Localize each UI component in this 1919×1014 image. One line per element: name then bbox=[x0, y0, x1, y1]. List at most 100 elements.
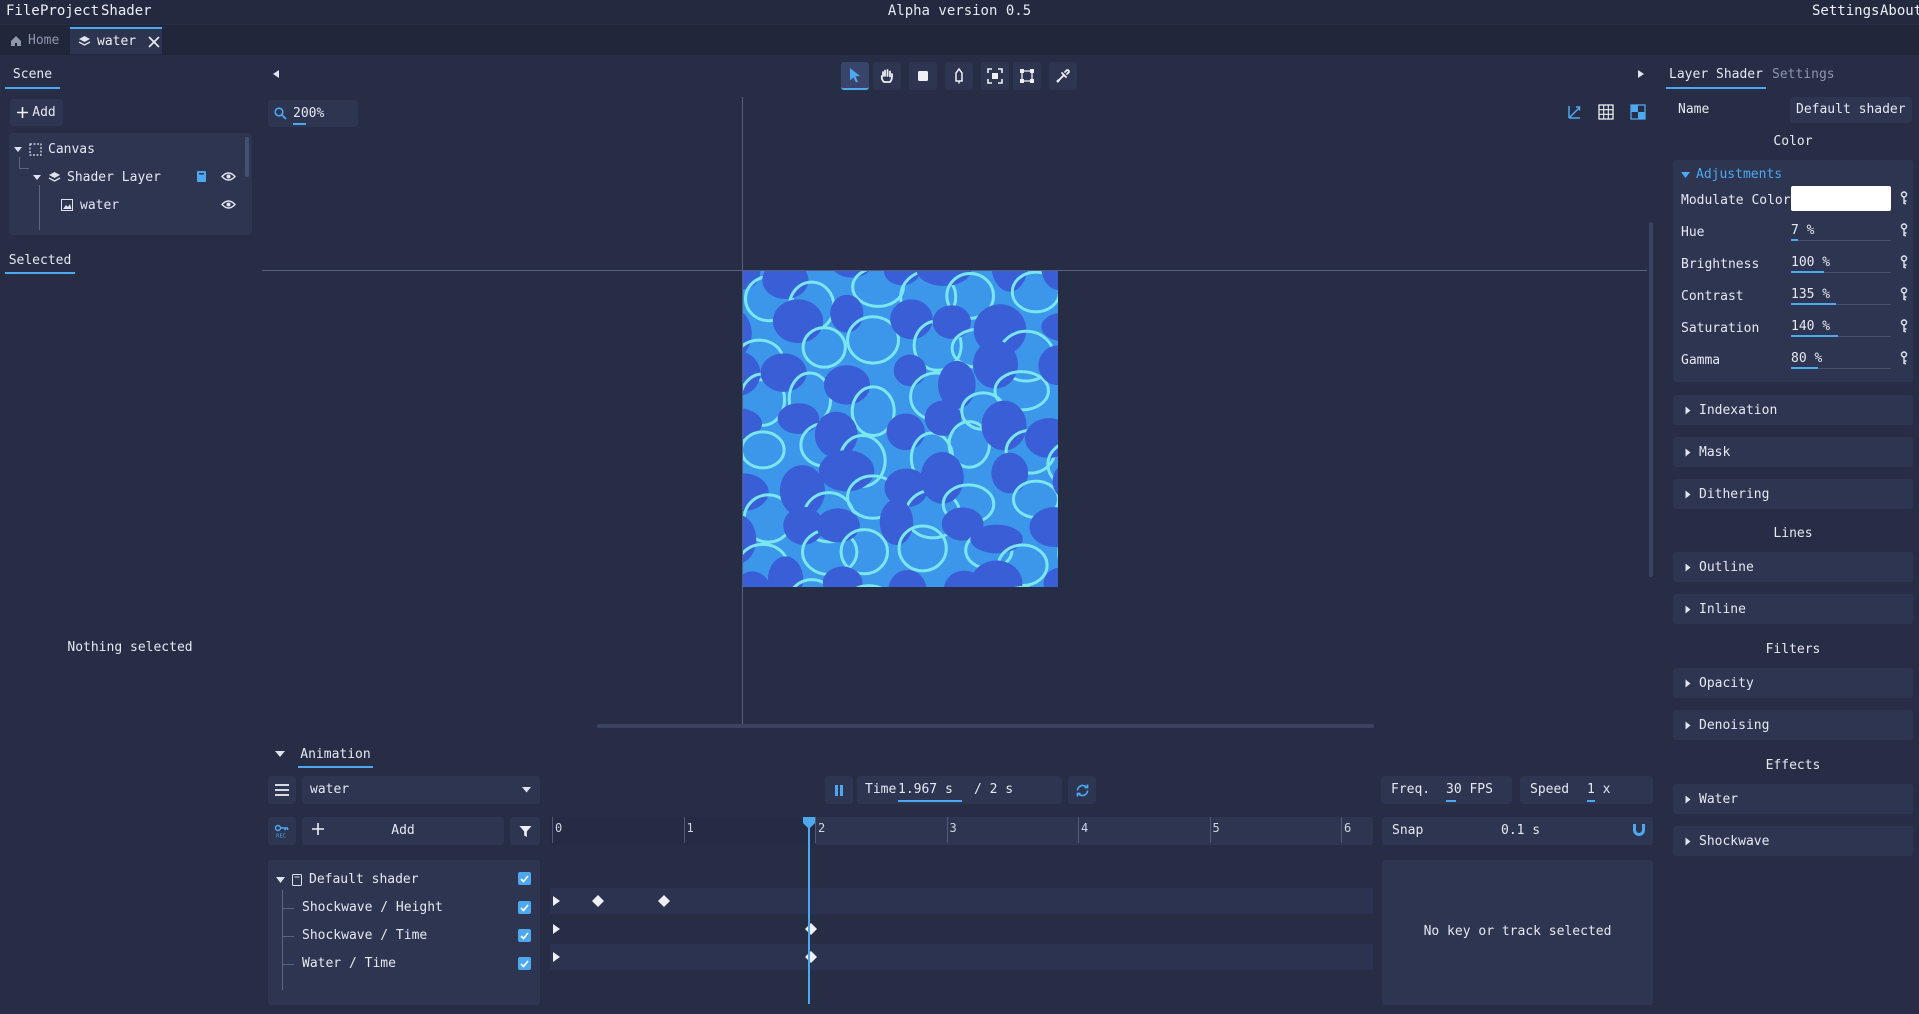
focus-tool-button[interactable] bbox=[981, 62, 1009, 90]
collapse-left-icon[interactable] bbox=[272, 69, 280, 79]
track-enabled-checkbox[interactable] bbox=[518, 957, 531, 970]
tab-layer-shader[interactable]: Layer Shader bbox=[1666, 60, 1766, 88]
keyframe[interactable] bbox=[804, 923, 817, 935]
collapse-right-icon[interactable] bbox=[1637, 69, 1645, 79]
section-inline[interactable]: Inline bbox=[1673, 594, 1913, 624]
water-shadow bbox=[991, 452, 1029, 494]
snap-field[interactable]: Snap 0.1 s bbox=[1382, 817, 1653, 845]
keyframe[interactable] bbox=[592, 895, 605, 907]
track-group-default-shader[interactable]: Default shader bbox=[276, 872, 419, 887]
animation-menu-button[interactable] bbox=[268, 776, 296, 804]
section-outline[interactable]: Outline bbox=[1673, 552, 1913, 582]
track-label[interactable]: Shockwave / Height bbox=[302, 900, 443, 915]
eye-icon[interactable] bbox=[221, 199, 236, 210]
speed-value[interactable]: 1 x bbox=[1587, 782, 1610, 797]
speed-field[interactable]: Speed 1 x bbox=[1520, 776, 1653, 804]
rectangle-tool-button[interactable] bbox=[909, 62, 937, 90]
track-enabled-checkbox[interactable] bbox=[518, 901, 531, 914]
time-field[interactable]: Time 1.967 s / 2 s bbox=[857, 776, 1062, 804]
shader-indicator-icon[interactable] bbox=[196, 170, 207, 183]
track-lane[interactable] bbox=[550, 888, 1373, 914]
viewport-vertical-scrollbar[interactable] bbox=[1649, 222, 1653, 577]
tab-animation[interactable]: Animation bbox=[298, 741, 373, 767]
adjustment-slider[interactable]: 140 % bbox=[1791, 319, 1891, 337]
modulate-color-swatch[interactable] bbox=[1791, 186, 1891, 211]
chevron-down-icon[interactable] bbox=[13, 144, 23, 154]
axis-gizmo-icon[interactable] bbox=[1566, 104, 1582, 120]
freq-field[interactable]: Freq. 30 FPS bbox=[1381, 776, 1512, 804]
tab-water[interactable]: water bbox=[70, 27, 162, 54]
track-lanes[interactable] bbox=[550, 860, 1373, 1005]
section-opacity[interactable]: Opacity bbox=[1673, 668, 1913, 698]
checker-background-icon[interactable] bbox=[1630, 104, 1646, 120]
tab-home[interactable]: Home bbox=[2, 27, 67, 54]
playhead-handle[interactable] bbox=[803, 817, 815, 829]
eye-icon[interactable] bbox=[221, 171, 236, 182]
tab-scene[interactable]: Scene bbox=[5, 60, 60, 88]
section-water[interactable]: Water bbox=[1673, 784, 1913, 814]
filter-tracks-button[interactable] bbox=[510, 817, 540, 845]
ruler-label: 2 bbox=[818, 821, 826, 835]
tree-item-canvas[interactable]: Canvas bbox=[13, 139, 95, 159]
grid-icon[interactable] bbox=[1598, 104, 1614, 120]
tree-scrollbar[interactable] bbox=[245, 137, 249, 177]
keyframe-key-icon[interactable] bbox=[1900, 255, 1908, 269]
adjustments-header[interactable]: Adjustments bbox=[1681, 167, 1782, 182]
track-lane[interactable] bbox=[550, 944, 1373, 970]
water-layer-preview[interactable] bbox=[743, 271, 1058, 587]
menu-settings[interactable]: Settings bbox=[1812, 3, 1879, 19]
keyframe-key-icon[interactable] bbox=[1900, 287, 1908, 301]
tab-selected[interactable]: Selected bbox=[5, 246, 75, 274]
viewport-horizontal-scrollbar[interactable] bbox=[597, 724, 1374, 728]
section-indexation[interactable]: Indexation bbox=[1673, 395, 1913, 425]
zoom-field[interactable]: 200% bbox=[268, 100, 358, 127]
playhead[interactable] bbox=[808, 820, 810, 1004]
scene-add-button[interactable]: Add bbox=[10, 99, 63, 126]
adjustment-slider[interactable]: 80 % bbox=[1791, 351, 1891, 369]
select-tool-button[interactable] bbox=[841, 62, 869, 90]
menu-about[interactable]: About bbox=[1880, 3, 1919, 19]
eyedropper-tool-button[interactable] bbox=[1049, 62, 1077, 90]
tree-item-shader-layer[interactable]: Shader Layer bbox=[32, 167, 161, 187]
collapse-animation-icon[interactable] bbox=[275, 750, 285, 758]
water-shadow bbox=[886, 413, 925, 451]
magnet-icon[interactable] bbox=[1633, 823, 1645, 837]
keyframe-key-icon[interactable] bbox=[1900, 191, 1908, 205]
pause-button[interactable] bbox=[825, 776, 853, 804]
track-label[interactable]: Water / Time bbox=[302, 956, 396, 971]
group-enabled-checkbox[interactable] bbox=[518, 872, 531, 885]
section-dithering[interactable]: Dithering bbox=[1673, 479, 1913, 509]
keyframe-key-icon[interactable] bbox=[1900, 319, 1908, 333]
snap-value[interactable]: 0.1 s bbox=[1501, 823, 1540, 838]
animation-select[interactable]: water bbox=[302, 776, 540, 804]
pan-tool-button[interactable] bbox=[873, 62, 901, 90]
add-track-button[interactable]: Add bbox=[302, 817, 504, 845]
keyframe-key-icon[interactable] bbox=[1900, 351, 1908, 365]
section-label: Inline bbox=[1699, 601, 1746, 617]
adjustment-slider[interactable]: 135 % bbox=[1791, 287, 1891, 305]
time-value[interactable]: 1.967 s bbox=[898, 782, 953, 797]
track-lane[interactable] bbox=[550, 916, 1373, 942]
keyframe[interactable] bbox=[657, 895, 670, 907]
tab-shader-settings[interactable]: Settings bbox=[1772, 60, 1835, 88]
section-mask[interactable]: Mask bbox=[1673, 437, 1913, 467]
adjustment-value: 100 % bbox=[1791, 255, 1831, 270]
track-label[interactable]: Shockwave / Time bbox=[302, 928, 427, 943]
record-keys-button[interactable]: REC bbox=[268, 817, 296, 845]
track-enabled-checkbox[interactable] bbox=[518, 929, 531, 942]
timeline-ruler[interactable]: 0 1 2 3 4 5 6 bbox=[550, 817, 1373, 845]
loop-button[interactable] bbox=[1068, 776, 1096, 804]
adjustment-slider[interactable]: 100 % bbox=[1791, 255, 1891, 273]
transform-tool-button[interactable] bbox=[1013, 62, 1041, 90]
section-denoising[interactable]: Denoising bbox=[1673, 710, 1913, 740]
freq-value[interactable]: 30 FPS bbox=[1446, 782, 1493, 797]
pen-tool-button[interactable] bbox=[945, 62, 973, 90]
keyframe-key-icon[interactable] bbox=[1900, 223, 1908, 237]
section-shockwave[interactable]: Shockwave bbox=[1673, 826, 1913, 856]
keyframe[interactable] bbox=[804, 951, 817, 963]
chevron-down-icon[interactable] bbox=[32, 172, 42, 182]
tree-item-water[interactable]: water bbox=[61, 195, 119, 215]
adjustment-slider[interactable]: 7 % bbox=[1791, 223, 1891, 241]
close-icon[interactable] bbox=[148, 35, 160, 48]
shader-name-field[interactable]: Default shader bbox=[1790, 97, 1912, 123]
